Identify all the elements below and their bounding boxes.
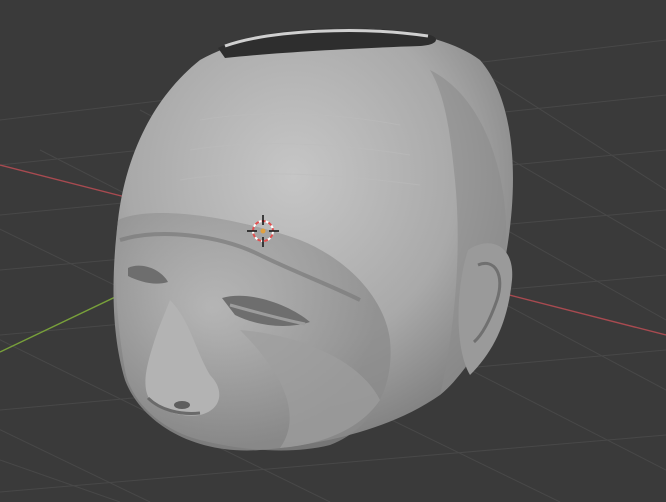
3d-viewport[interactable] [0, 0, 666, 502]
viewport-canvas[interactable] [0, 0, 666, 502]
y-axis-line [0, 289, 131, 353]
head-mesh[interactable] [113, 28, 513, 451]
